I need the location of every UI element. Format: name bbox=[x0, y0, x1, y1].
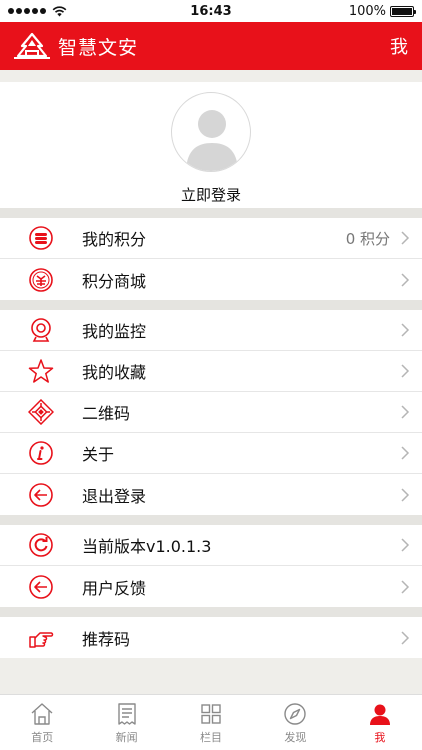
chevron-right-icon bbox=[401, 579, 410, 594]
app-header: 智慧文安 我 bbox=[0, 22, 422, 70]
menu-item-my-points[interactable]: 我的积分 0 积分 bbox=[0, 218, 422, 259]
main-content: 立即登录 我的积分 0 积分 积分商城 我的监控 我的收藏 二维码 关于 退出登… bbox=[0, 70, 422, 658]
star-icon bbox=[28, 358, 54, 384]
menu-item-label: 二维码 bbox=[82, 404, 131, 423]
points-mall-icon bbox=[28, 267, 54, 293]
menu-item-label: 我的收藏 bbox=[82, 363, 147, 382]
points-value: 0 积分 bbox=[345, 229, 390, 248]
points-coins-icon bbox=[28, 225, 54, 251]
menu-item-label: 用户反馈 bbox=[82, 578, 147, 598]
tab-discover[interactable]: 发现 bbox=[253, 695, 337, 750]
chevron-right-icon bbox=[401, 231, 410, 245]
section-divider bbox=[0, 515, 422, 525]
menu-item-points-mall[interactable]: 积分商城 bbox=[0, 259, 422, 300]
menu-item-qrcode[interactable]: 二维码 bbox=[0, 392, 422, 433]
grid-icon bbox=[201, 703, 221, 724]
news-icon bbox=[117, 702, 136, 725]
profile-section[interactable]: 立即登录 bbox=[0, 82, 422, 208]
menu-item-logout[interactable]: 退出登录 bbox=[0, 474, 422, 515]
chevron-right-icon bbox=[401, 405, 410, 419]
battery-percent: 100% bbox=[348, 3, 386, 19]
section-divider bbox=[0, 300, 422, 310]
chevron-right-icon bbox=[401, 487, 410, 502]
user-icon bbox=[369, 704, 390, 725]
chevron-right-icon bbox=[401, 323, 410, 337]
chevron-right-icon bbox=[401, 538, 410, 552]
qrcode-icon bbox=[28, 399, 54, 425]
chevron-right-icon bbox=[401, 446, 410, 460]
menu-item-my-favorites[interactable]: 我的收藏 bbox=[0, 351, 422, 392]
tab-news[interactable]: 新闻 bbox=[84, 695, 168, 750]
login-link[interactable]: 立即登录 bbox=[181, 184, 241, 205]
menu-group-app: 当前版本v1.0.1.3 用户反馈 bbox=[0, 525, 422, 607]
tab-label: 栏目 bbox=[200, 730, 223, 744]
menu-group-points: 我的积分 0 积分 积分商城 bbox=[0, 218, 422, 300]
menu-item-label: 积分商城 bbox=[82, 271, 147, 291]
status-time: 16:43 bbox=[190, 3, 232, 19]
menu-item-label: 当前版本v1.0.1.3 bbox=[82, 537, 212, 556]
app-title: 智慧文安 bbox=[58, 36, 139, 59]
bottom-tab-bar: 首页 新闻 栏目 发现 我 bbox=[0, 694, 422, 750]
header-me-button[interactable]: 我 bbox=[390, 33, 408, 59]
menu-item-my-monitor[interactable]: 我的监控 bbox=[0, 310, 422, 351]
home-icon bbox=[31, 702, 53, 725]
feedback-icon bbox=[28, 574, 54, 600]
refresh-icon bbox=[28, 532, 54, 558]
default-avatar-icon[interactable] bbox=[171, 92, 251, 172]
section-divider bbox=[0, 607, 422, 617]
menu-item-label: 退出登录 bbox=[82, 486, 147, 506]
tab-label: 发现 bbox=[284, 730, 307, 744]
logout-icon bbox=[28, 482, 54, 508]
status-right: 100% bbox=[294, 3, 416, 19]
menu-item-label: 推荐码 bbox=[82, 629, 131, 649]
chevron-right-icon bbox=[401, 364, 410, 378]
menu-item-about[interactable]: 关于 bbox=[0, 433, 422, 474]
tab-label: 我 bbox=[374, 730, 386, 744]
battery-icon bbox=[389, 5, 416, 17]
compass-icon bbox=[284, 702, 307, 725]
menu-item-label: 我的监控 bbox=[82, 322, 147, 341]
temple-logo-icon bbox=[14, 32, 50, 59]
section-divider bbox=[0, 208, 422, 218]
status-left bbox=[8, 5, 128, 17]
menu-group-main: 我的监控 我的收藏 二维码 关于 退出登录 bbox=[0, 310, 422, 515]
tab-home[interactable]: 首页 bbox=[0, 695, 84, 750]
pointing-hand-icon bbox=[28, 625, 54, 651]
tab-label: 新闻 bbox=[115, 730, 138, 744]
menu-item-feedback[interactable]: 用户反馈 bbox=[0, 566, 422, 607]
info-icon bbox=[28, 440, 54, 466]
menu-item-label: 关于 bbox=[82, 445, 115, 464]
menu-group-referral: 推荐码 bbox=[0, 617, 422, 658]
chevron-right-icon bbox=[401, 272, 410, 287]
wifi-icon bbox=[52, 5, 67, 16]
menu-item-label: 我的积分 bbox=[82, 230, 147, 249]
status-bar: 16:43 100% bbox=[0, 0, 422, 22]
webcam-icon bbox=[28, 317, 54, 343]
menu-item-referral-code[interactable]: 推荐码 bbox=[0, 617, 422, 658]
signal-icon bbox=[8, 8, 46, 14]
tab-me[interactable]: 我 bbox=[338, 695, 422, 750]
chevron-right-icon bbox=[401, 630, 410, 645]
tab-columns[interactable]: 栏目 bbox=[169, 695, 253, 750]
tab-label: 首页 bbox=[31, 730, 54, 744]
menu-item-version[interactable]: 当前版本v1.0.1.3 bbox=[0, 525, 422, 566]
